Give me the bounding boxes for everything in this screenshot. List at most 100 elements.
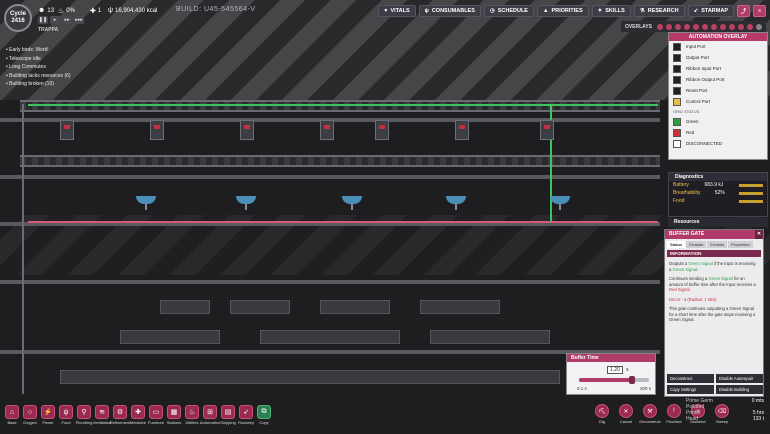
tab-properties[interactable]: Properties (728, 241, 753, 248)
diagnostic-row[interactable]: Battery 683.9 kJ (669, 181, 767, 189)
build-category-utilities[interactable]: ♨ Utilities (184, 405, 200, 425)
telescope-dish[interactable] (446, 196, 466, 210)
menu-button[interactable]: ≡ (753, 5, 766, 17)
nav-priorities[interactable]: ▲ PRIORITIES (536, 5, 589, 17)
ventilation-icon: ≋ (95, 405, 109, 419)
machine[interactable] (240, 120, 254, 140)
tool-prioritize[interactable]: ! Prioritize (664, 404, 684, 424)
duplicant-icon: ☻ (38, 7, 46, 14)
germ-overlay-icon[interactable] (729, 23, 735, 30)
graph-button[interactable]: ⤴ (737, 5, 750, 17)
nav-research[interactable]: ⚗ RESEARCH (633, 5, 685, 17)
stress-stat[interactable]: ♨ 0% (58, 7, 75, 15)
platform (230, 300, 290, 314)
diagnostic-row[interactable]: Breathability 52% (669, 189, 767, 197)
notification-item[interactable]: Building broken (10) (6, 80, 71, 89)
machine[interactable] (150, 120, 164, 140)
nav-consumables[interactable]: ψ CONSUMABLES (418, 5, 481, 17)
buffer-gate-panel: BUFFER GATE ✕ Status Errands Errands Pro… (664, 229, 764, 397)
grid-status-label: GRID STATUS (673, 109, 700, 114)
platform (160, 300, 210, 314)
disable-autorepair-button[interactable]: Disable Autorepair (716, 374, 763, 383)
build-category-base[interactable]: ⌂ Base (4, 405, 20, 425)
calories-stat[interactable]: ψ 16,904,430 kcal (108, 7, 157, 14)
deconstruct-button[interactable]: Deconstruct (667, 374, 714, 383)
stress-icon: ♨ (58, 8, 65, 15)
buffer-time-input[interactable]: 1.20 (607, 366, 623, 374)
temperature-overlay-icon[interactable] (675, 23, 681, 30)
tool-dig[interactable]: ⛏ Dig (592, 404, 612, 424)
speed-1-button[interactable]: ▸ (50, 16, 60, 24)
information-header[interactable]: INFORMATION (667, 250, 761, 257)
build-category-medicine[interactable]: ✚ Medicine (130, 405, 146, 425)
build-category-oxygen[interactable]: ○ Oxygen (22, 405, 38, 425)
materials-overlay-icon[interactable] (684, 23, 690, 30)
power-overlay-icon[interactable] (666, 23, 672, 30)
food-trend-bar (739, 199, 763, 203)
decor-overlay-icon[interactable] (720, 23, 726, 30)
resources-header[interactable]: Resources (668, 218, 768, 227)
machine[interactable] (455, 120, 469, 140)
ventilation-overlay-icon[interactable] (711, 23, 717, 30)
notification-item[interactable]: Telescope idle (6, 55, 71, 64)
machine[interactable] (60, 120, 74, 140)
machine[interactable] (375, 120, 389, 140)
machine[interactable] (540, 120, 554, 140)
build-category-stations[interactable]: ▦ Stations (166, 405, 182, 425)
slider-handle[interactable] (628, 376, 635, 384)
nav-schedule[interactable]: ◷ SCHEDULE (483, 5, 534, 17)
speed-3-button[interactable]: ▸▸▸ (74, 16, 84, 24)
copy-settings-button[interactable]: Copy Settings (667, 385, 714, 394)
build-category-refinement[interactable]: ⚙ Refinement (110, 405, 130, 425)
notification-item[interactable]: Early birds: Work! (6, 46, 71, 55)
build-category-rocketry[interactable]: ➶ Rocketry (238, 405, 254, 425)
notification-item[interactable]: Building lacks resources (6) (6, 72, 70, 81)
close-icon[interactable]: ✕ (755, 230, 763, 239)
game-viewport[interactable]: Cycle 2416 TRAPPA ☻ 13 ♨ 0% ✚ 1 ψ 16,904,430… (0, 0, 770, 434)
resource-row[interactable]: Head 133 t (686, 416, 764, 422)
build-category-automation[interactable]: ⊞ Automation (200, 405, 220, 425)
tab-errands[interactable]: Errands (686, 241, 707, 248)
build-category-plumbing[interactable]: ⚲ Plumbing (76, 405, 92, 425)
tab-status[interactable]: Status (667, 241, 686, 248)
platform (420, 300, 500, 314)
nav-vitals[interactable]: ♥ VITALS (378, 5, 416, 17)
light-overlay-icon[interactable] (693, 23, 699, 30)
oxygen-overlay-icon[interactable] (657, 23, 663, 30)
disable-building-button[interactable]: Disable Building (716, 385, 763, 394)
nav-starmap[interactable]: ➶ STARMAP (687, 5, 734, 17)
buffer-time-slider[interactable] (579, 376, 649, 384)
build-category-furniture[interactable]: ▭ Furniture (148, 405, 164, 425)
slider-min-label: 0.1 s (577, 386, 587, 391)
tool-deconstruct[interactable]: ⚒ Deconstruct (639, 404, 661, 424)
build-category-power[interactable]: ⚡ Power (40, 405, 56, 425)
notification-item[interactable]: Long Commutes (6, 63, 71, 72)
build-category-copy[interactable]: ⧉ Copy (256, 405, 272, 425)
cycle-badge[interactable]: Cycle 2416 (4, 4, 32, 32)
tool-cancel[interactable]: ✕ Cancel (616, 404, 636, 424)
base-icon: ⌂ (5, 405, 19, 419)
sick-stat[interactable]: ✚ 1 (90, 7, 101, 15)
telescope-dish[interactable] (342, 196, 362, 210)
build-category-food[interactable]: ψ Food (58, 405, 74, 425)
telescope-dish[interactable] (550, 196, 570, 210)
tab-errands-2[interactable]: Errands (707, 241, 728, 248)
platform (120, 330, 220, 344)
pause-button[interactable]: ❚❚ (38, 16, 48, 24)
automation-overlay-icon[interactable] (756, 23, 762, 30)
farming-overlay-icon[interactable] (738, 23, 744, 30)
legend-row: Control Port (669, 96, 767, 107)
diagnostic-row[interactable]: Food (669, 197, 767, 205)
telescope-dish[interactable] (236, 196, 256, 210)
build-category-ventilation[interactable]: ≋ Ventilation (93, 405, 111, 425)
rooms-overlay-icon[interactable] (747, 23, 753, 30)
priority-icon: ▲ (542, 8, 549, 14)
machine[interactable] (320, 120, 334, 140)
diagnostics-title[interactable]: Diagnostics (669, 173, 767, 181)
dupes-stat[interactable]: ☻ 13 (38, 7, 54, 14)
plumbing-overlay-icon[interactable] (702, 23, 708, 30)
speed-2-button[interactable]: ▸▸ (62, 16, 72, 24)
telescope-dish[interactable] (136, 196, 156, 210)
nav-skills[interactable]: ✦ SKILLS (591, 5, 631, 17)
build-category-shipping[interactable]: ▤ Shipping (220, 405, 236, 425)
